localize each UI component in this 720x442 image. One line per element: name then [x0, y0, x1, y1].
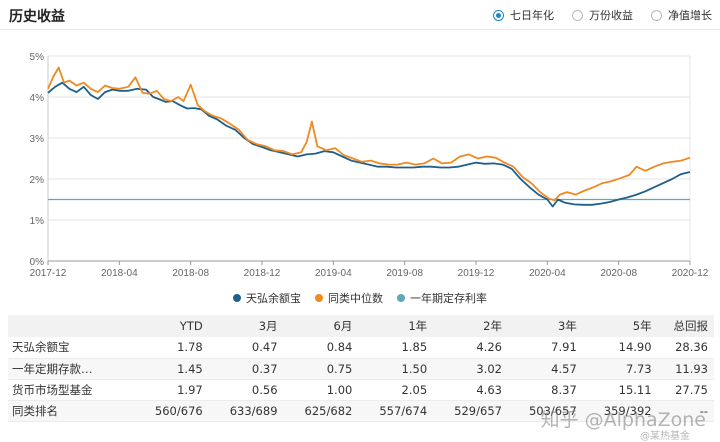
yield-line-chart: 0% 1% 2% 3% 4% 5% 2017-12 2018-04 2018-08 2018-12…	[30, 52, 709, 279]
legend-label: 一年期定存利率	[410, 292, 487, 305]
legend-item-median[interactable]: 同类中位数	[315, 290, 383, 306]
table-cell: 7.73	[582, 358, 658, 380]
table-cell: 7.91	[507, 337, 583, 359]
column-header: 3月	[208, 315, 284, 337]
column-header: 6月	[283, 315, 359, 337]
table-cell: 1.45	[133, 358, 209, 380]
column-header	[8, 315, 134, 337]
legend-dot-icon	[315, 294, 323, 302]
table-cell: 14.90	[582, 337, 658, 359]
table-cell: 2.05	[358, 379, 434, 401]
table-cell: 359/392	[582, 400, 658, 422]
x-tick-label: 2020-08	[600, 268, 637, 279]
x-tick-label: 2018-08	[172, 268, 209, 279]
table-cell: 3.02	[433, 358, 508, 380]
radio-icon	[572, 9, 583, 21]
table-cell: 1.85	[358, 337, 434, 359]
table-cell: 27.75	[657, 379, 714, 401]
column-header: 总回报	[657, 315, 714, 337]
table-cell: 0.56	[208, 379, 284, 401]
x-tick-label: 2019-08	[386, 268, 423, 279]
table-cell: --	[657, 400, 714, 422]
radio-selected-icon	[493, 9, 504, 21]
x-tick-label: 2019-04	[315, 268, 352, 279]
table-row: 货币市场型基金 1.97 0.56 1.00 2.05 4.63 8.37 15…	[8, 379, 714, 401]
row-label: 一年定期存款…	[8, 358, 134, 380]
table-cell: 1.97	[133, 379, 209, 401]
row-label: 同类排名	[8, 400, 134, 422]
column-header: 5年	[582, 315, 658, 337]
x-tick-label: 2020-12	[672, 268, 709, 279]
x-tick-label: 2017-12	[30, 268, 67, 279]
table-cell: 529/657	[433, 400, 508, 422]
legend-label: 同类中位数	[328, 292, 383, 305]
tab-nav-growth[interactable]: 净值增长	[651, 7, 712, 23]
column-header: 3年	[507, 315, 583, 337]
tab-seven-day-yield[interactable]: 七日年化	[493, 7, 554, 23]
table-cell: 1.78	[133, 337, 209, 359]
watermark-sub: @某热基金	[640, 431, 690, 442]
tab-label: 万份收益	[589, 9, 633, 22]
row-label: 天弘余额宝	[8, 337, 134, 359]
table-row: 同类排名 560/676 633/689 625/682 557/674 529…	[8, 400, 714, 422]
chart-legend: 天弘余额宝 同类中位数 一年期定存利率	[0, 290, 720, 306]
table-cell: 28.36	[657, 337, 714, 359]
row-label: 货币市场型基金	[8, 379, 134, 401]
tab-label: 七日年化	[510, 9, 554, 22]
table-cell: 0.84	[283, 337, 359, 359]
page-title: 历史收益	[9, 9, 65, 25]
legend-item-deposit[interactable]: 一年期定存利率	[397, 290, 487, 306]
table-cell: 557/674	[358, 400, 434, 422]
tab-label: 净值增长	[668, 9, 712, 22]
y-tick-label: 1%	[30, 216, 45, 227]
table-cell: 560/676	[133, 400, 209, 422]
table-cell: 4.57	[507, 358, 583, 380]
table-cell: 4.63	[433, 379, 508, 401]
table-cell: 1.00	[283, 379, 359, 401]
x-tick-label: 2018-12	[244, 268, 281, 279]
y-tick-label: 4%	[30, 93, 45, 104]
table-cell: 1.50	[358, 358, 434, 380]
column-header: 1年	[358, 315, 434, 337]
tab-per-10k-yield[interactable]: 万份收益	[572, 7, 633, 23]
table-cell: 15.11	[582, 379, 658, 401]
table-cell: 0.47	[208, 337, 284, 359]
metric-tabs: 七日年化 万份收益 净值增长	[493, 7, 712, 23]
table-cell: 0.75	[283, 358, 359, 380]
table-cell: 4.26	[433, 337, 508, 359]
header: 历史收益 七日年化 万份收益 净值增长	[0, 0, 720, 30]
legend-dot-icon	[397, 294, 405, 302]
y-tick-label: 5%	[30, 52, 45, 63]
table-row: 天弘余额宝 1.78 0.47 0.84 1.85 4.26 7.91 14.9…	[8, 337, 714, 359]
legend-label: 天弘余额宝	[246, 292, 301, 305]
table-cell: 0.37	[208, 358, 284, 380]
x-tick-label: 2020-04	[529, 268, 566, 279]
radio-icon	[651, 9, 662, 21]
table-cell: 8.37	[507, 379, 583, 401]
legend-item-fund[interactable]: 天弘余额宝	[233, 290, 301, 306]
y-tick-label: 0%	[30, 257, 45, 268]
performance-table: YTD 3月 6月 1年 2年 3年 5年 总回报 天弘余额宝 1.78 0.4…	[8, 315, 714, 422]
y-tick-label: 3%	[30, 134, 45, 145]
table-cell: 633/689	[208, 400, 284, 422]
table-cell: 625/682	[283, 400, 359, 422]
column-header: YTD	[133, 315, 209, 337]
table-row: 一年定期存款… 1.45 0.37 0.75 1.50 3.02 4.57 7.…	[8, 358, 714, 380]
legend-dot-icon	[233, 294, 241, 302]
series-line-1	[47, 66, 691, 202]
x-tick-label: 2019-12	[458, 268, 495, 279]
y-tick-label: 2%	[30, 175, 45, 186]
table-cell: 11.93	[657, 358, 714, 380]
column-header: 2年	[433, 315, 508, 337]
x-tick-label: 2018-04	[101, 268, 138, 279]
table-cell: 503/657	[507, 400, 583, 422]
table-header-row: YTD 3月 6月 1年 2年 3年 5年 总回报	[8, 315, 714, 337]
